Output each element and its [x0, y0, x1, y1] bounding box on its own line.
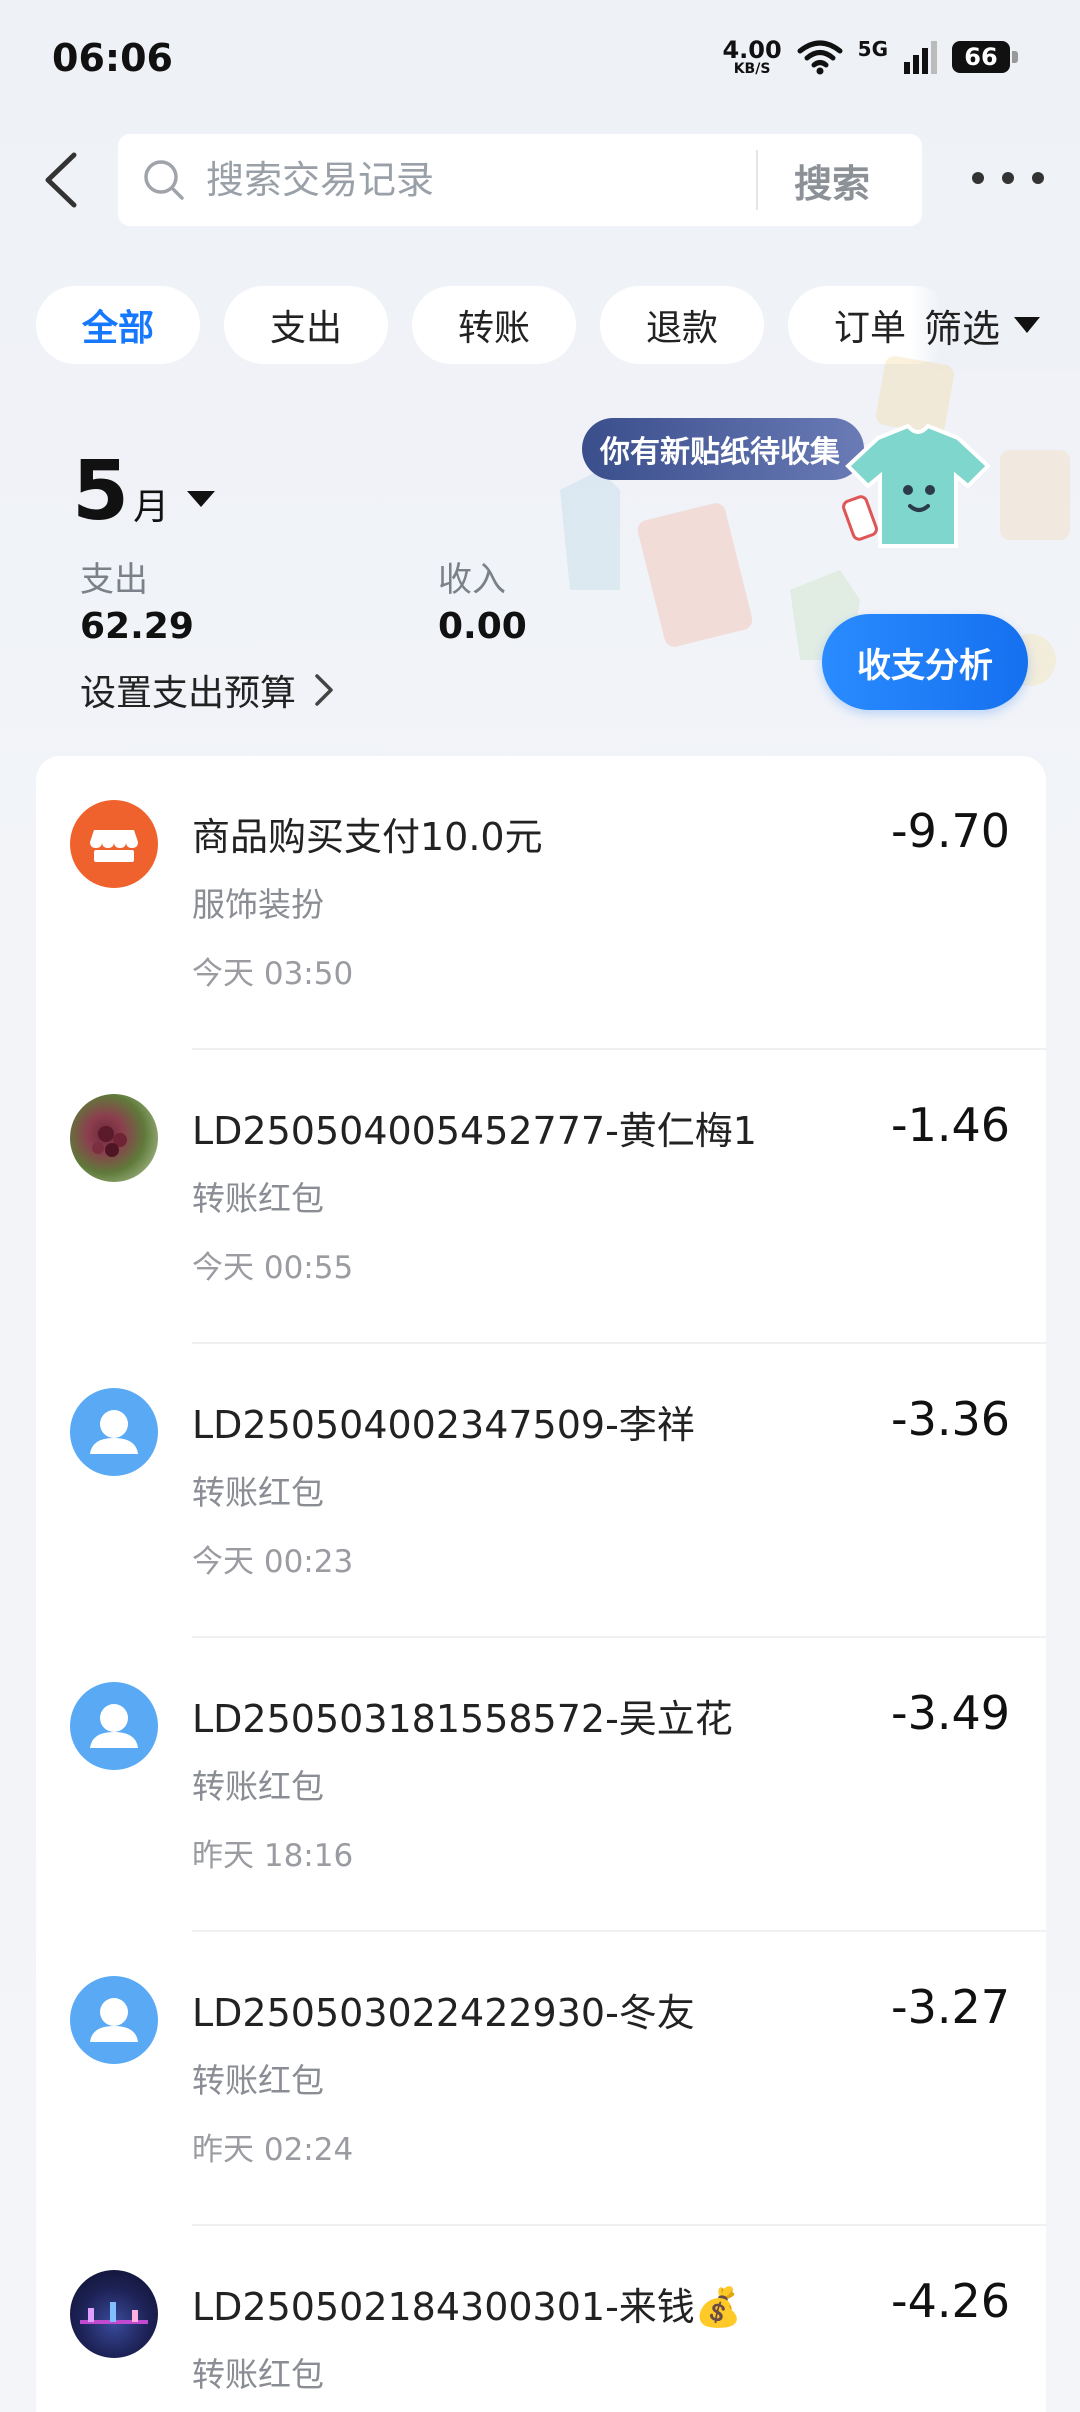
transaction-row[interactable]: LD250504005452777-黄仁梅1 转账红包 今天 00:55 -1.… — [36, 1050, 1046, 1344]
city-night-photo-icon — [80, 2302, 148, 2324]
berries-photo-icon — [92, 1126, 127, 1157]
network-speed-value: 4.00 — [722, 36, 782, 64]
transaction-title: 商品购买支付10.0元 — [192, 815, 543, 859]
transaction-amount: -1.46 — [890, 1098, 1010, 1152]
transaction-title: LD250504002347509-李祥 — [192, 1403, 695, 1447]
transaction-category: 转账红包 — [192, 1767, 324, 1806]
battery-level: 66 — [964, 43, 998, 71]
transaction-time: 今天 00:55 — [192, 1250, 354, 1286]
more-dot-icon — [1002, 172, 1014, 184]
transaction-amount: -3.27 — [890, 1980, 1010, 2034]
month-unit: 月 — [133, 487, 170, 528]
transaction-category: 转账红包 — [192, 1179, 324, 1218]
more-dot-icon — [972, 172, 984, 184]
expense-value: 62.29 — [80, 606, 194, 647]
transaction-title: LD250503181558572-吴立花 — [192, 1697, 733, 1741]
user-icon — [70, 1388, 158, 1476]
transaction-records-page: 06:06 4.00 KB/S 5G 66 搜索交易记录 搜索 全部 支出 转账… — [0, 0, 1080, 2412]
transaction-category: 转账红包 — [192, 1473, 324, 1512]
transaction-amount: -3.36 — [890, 1392, 1010, 1446]
search-bar: 搜索 — [118, 134, 922, 226]
signal-icon — [904, 41, 937, 74]
search-divider — [756, 150, 758, 210]
month-number: 5 — [72, 444, 130, 539]
search-icon — [144, 160, 184, 200]
chip-all[interactable]: 全部 — [36, 286, 200, 364]
network-type: 5G — [857, 37, 888, 61]
transaction-row[interactable]: LD250503181558572-吴立花 转账红包 昨天 18:16 -3.4… — [36, 1638, 1046, 1932]
more-dot-icon — [1032, 172, 1044, 184]
sticker-notice-bubble[interactable]: 你有新贴纸待收集 — [582, 418, 864, 480]
photo-avatar-night — [70, 2270, 158, 2358]
user-icon — [70, 1682, 158, 1770]
set-budget-label: 设置支出预算 — [80, 673, 297, 714]
network-speed: 4.00 KB/S — [722, 38, 781, 76]
wifi-icon — [797, 40, 843, 75]
user-icon — [70, 1976, 158, 2064]
transaction-amount: -3.49 — [890, 1686, 1010, 1740]
chevron-left-icon — [45, 152, 77, 208]
person-icon — [90, 1704, 138, 1748]
person-icon — [90, 1410, 138, 1454]
analysis-button-label: 收支分析 — [857, 645, 993, 686]
search-button[interactable]: 搜索 — [794, 153, 870, 208]
caret-down-icon — [187, 491, 216, 507]
photo-avatar — [70, 1094, 158, 1182]
chevron-right-icon — [315, 674, 333, 706]
transaction-title: LD250503022422930-冬友 — [192, 1991, 695, 2035]
transaction-row[interactable]: LD250504002347509-李祥 转账红包 今天 00:23 -3.36 — [36, 1344, 1046, 1638]
transaction-row[interactable]: LD250503022422930-冬友 转账红包 昨天 02:24 -3.27 — [36, 1932, 1046, 2226]
network-speed-unit: KB/S — [733, 61, 771, 77]
person-icon — [90, 1998, 138, 2042]
chip-transfer[interactable]: 转账 — [412, 286, 576, 364]
tshirt-sticker-icon[interactable] — [838, 418, 998, 558]
month-selector[interactable]: 5 月 — [72, 444, 216, 539]
status-bar: 06:06 4.00 KB/S 5G 66 — [0, 0, 1080, 120]
status-icons: 4.00 KB/S 5G 66 — [722, 37, 1018, 76]
transaction-amount: -4.26 — [890, 2274, 1010, 2328]
storefront-icon — [90, 830, 138, 862]
status-time: 06:06 — [52, 36, 173, 80]
set-budget-link[interactable]: 设置支出预算 — [80, 664, 334, 716]
search-input[interactable] — [204, 157, 748, 203]
battery-icon: 66 — [952, 41, 1018, 73]
transaction-time: 昨天 02:24 — [192, 2132, 354, 2168]
transaction-row[interactable]: LD250502184300301-来钱💰 转账红包 -4.26 — [36, 2226, 1046, 2412]
transaction-title: LD250502184300301-来钱💰 — [192, 2285, 743, 2329]
income-value: 0.00 — [438, 606, 527, 647]
sticker-notice-text: 你有新贴纸待收集 — [600, 435, 840, 470]
transaction-category: 转账红包 — [192, 2355, 324, 2394]
expense-label: 支出 — [80, 560, 148, 600]
transaction-time: 今天 00:23 — [192, 1544, 354, 1580]
transaction-row[interactable]: 商品购买支付10.0元 服饰装扮 今天 03:50 -9.70 — [36, 756, 1046, 1050]
transaction-category: 服饰装扮 — [192, 885, 324, 924]
chip-expense[interactable]: 支出 — [224, 286, 388, 364]
more-options-button[interactable] — [972, 160, 1044, 196]
transaction-title: LD250504005452777-黄仁梅1 — [192, 1109, 757, 1153]
back-button[interactable] — [30, 148, 90, 212]
transaction-list: 商品购买支付10.0元 服饰装扮 今天 03:50 -9.70 LD250504… — [36, 756, 1046, 2412]
transaction-time: 昨天 18:16 — [192, 1838, 354, 1874]
shop-icon — [70, 800, 158, 888]
transaction-category: 转账红包 — [192, 2061, 324, 2100]
transaction-amount: -9.70 — [890, 804, 1010, 858]
income-expense-analysis-button[interactable]: 收支分析 — [822, 614, 1028, 710]
transaction-time: 今天 03:50 — [192, 956, 354, 992]
income-label: 收入 — [438, 560, 506, 600]
